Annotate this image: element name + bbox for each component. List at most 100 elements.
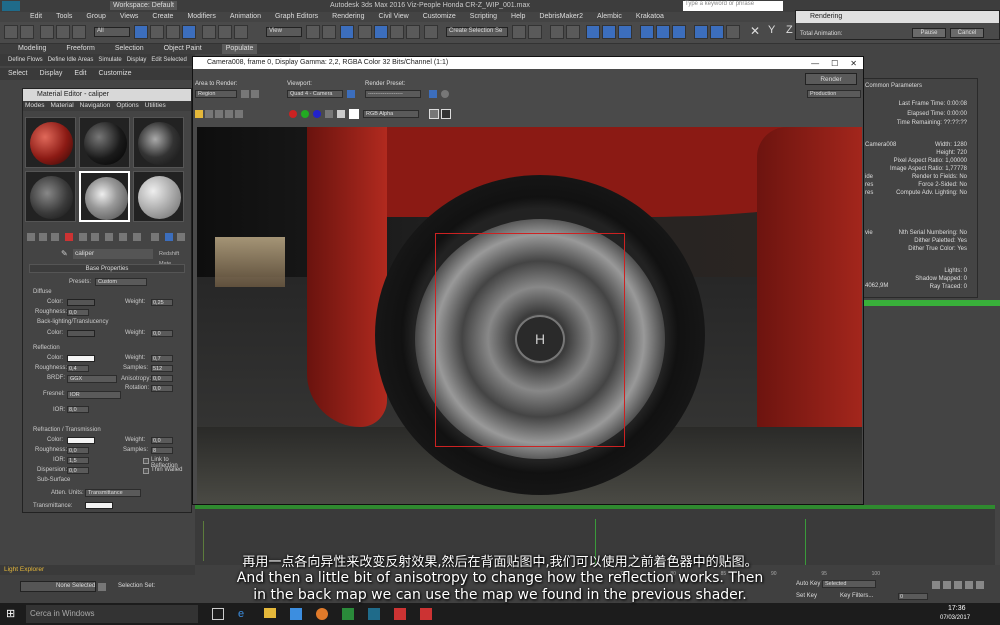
brdf-dropdown[interactable]: GGX (67, 375, 117, 383)
close-x-icon[interactable]: ✕ (750, 24, 760, 38)
firefox-icon[interactable] (316, 608, 328, 620)
redshift-rv-icon[interactable] (710, 25, 724, 39)
redo-icon[interactable] (20, 25, 34, 39)
go-forward-icon[interactable] (177, 233, 185, 241)
fresnel-dropdown[interactable]: IOR (67, 391, 121, 399)
axis-y-icon[interactable]: Y (768, 24, 775, 36)
dispersion-spinner[interactable]: 0,0 (67, 467, 89, 474)
select-object-icon[interactable] (134, 25, 148, 39)
copy-material-icon[interactable] (79, 233, 87, 241)
render-region-box[interactable] (435, 233, 625, 447)
reflection-ior-spinner[interactable]: 8,0 (67, 406, 89, 413)
app-logo-icon[interactable] (2, 1, 20, 11)
toggle-ui-icon[interactable] (441, 109, 451, 119)
ribbon-toggle-icon[interactable] (566, 25, 580, 39)
reference-coord-dropdown[interactable]: View (266, 27, 302, 37)
monochrome-icon[interactable] (337, 110, 345, 118)
me-menu-navigation[interactable]: Navigation (80, 101, 111, 111)
3dsmax-taskbar-icon[interactable] (368, 608, 380, 620)
clock-date[interactable]: 07/03/2017 (940, 615, 970, 621)
region-select-icon[interactable] (166, 25, 180, 39)
select-manipulate-icon[interactable] (322, 25, 336, 39)
redshift-render-icon[interactable] (694, 25, 708, 39)
render-production-icon[interactable] (672, 25, 686, 39)
define-idle-areas-button[interactable]: Define Idle Areas (48, 54, 94, 66)
put-to-scene-icon[interactable] (39, 233, 47, 241)
me-menu-utilities[interactable]: Utilities (145, 101, 166, 111)
minimize-icon[interactable]: — (811, 58, 819, 70)
get-material-icon[interactable] (27, 233, 35, 241)
material-slot-2[interactable] (79, 117, 130, 168)
selection-filter-dropdown[interactable]: All (94, 27, 130, 37)
alpha-channel-icon[interactable] (325, 110, 333, 118)
go-to-parent-icon[interactable] (165, 233, 173, 241)
window-crossing-icon[interactable] (182, 25, 196, 39)
curve-editor-icon[interactable] (586, 25, 600, 39)
recorder-taskbar-icon[interactable] (420, 608, 432, 620)
file-explorer-icon[interactable] (264, 608, 276, 618)
search-input[interactable]: Type a keyword or phrase (683, 1, 783, 11)
reflection-weight-spinner[interactable]: 0,7 (151, 355, 173, 362)
atten-units-dropdown[interactable]: Transmittance (85, 489, 141, 497)
display-button[interactable]: Display (127, 54, 147, 66)
taskbar-search-box[interactable]: Cerca in Windows (26, 605, 198, 623)
undo-icon[interactable] (4, 25, 18, 39)
windows-start-icon[interactable]: ⊞ (6, 608, 18, 620)
tab-populate[interactable]: Populate (221, 44, 258, 54)
layer-explorer-icon[interactable] (550, 25, 564, 39)
simulate-button[interactable]: Simulate (98, 54, 121, 66)
rotation-spinner[interactable]: 0,0 (151, 385, 173, 392)
link-to-reflection-checkbox[interactable] (143, 458, 149, 464)
pivot-icon[interactable] (306, 25, 320, 39)
menu-create[interactable]: Create (152, 12, 173, 22)
thin-walled-checkbox[interactable] (143, 468, 149, 474)
material-slot-3[interactable] (133, 117, 184, 168)
angle-snap-icon[interactable] (374, 25, 388, 39)
percent-snap-icon[interactable] (390, 25, 404, 39)
scene-menu-edit[interactable]: Edit (74, 68, 86, 80)
redshift-settings-icon[interactable] (726, 25, 740, 39)
select-by-name-icon[interactable] (150, 25, 164, 39)
show-end-result-icon[interactable] (151, 233, 159, 241)
material-name-input[interactable]: caliper (73, 249, 153, 259)
menu-animation[interactable]: Animation (230, 12, 261, 22)
tab-selection[interactable]: Selection (115, 44, 144, 54)
cancel-button[interactable]: Cancel (950, 28, 984, 38)
backlight-weight-spinner[interactable]: 0,0 (151, 330, 173, 337)
edit-selected-button[interactable]: Edit Selected (151, 54, 186, 66)
refraction-color-swatch[interactable] (67, 437, 95, 444)
presets-dropdown[interactable]: Custom (95, 278, 147, 286)
me-menu-modes[interactable]: Modes (25, 101, 45, 111)
material-slot-4[interactable] (25, 171, 76, 222)
menu-krakatoa[interactable]: Krakatoa (636, 12, 664, 22)
save-image-icon[interactable] (195, 110, 203, 118)
menu-civil-view[interactable]: Civil View (378, 12, 408, 22)
render-setup-icon[interactable] (429, 90, 437, 98)
toggle-ui-overlay-icon[interactable] (429, 109, 439, 119)
refraction-ior-spinner[interactable]: 1,5 (67, 457, 89, 464)
assign-material-icon[interactable] (51, 233, 59, 241)
link-icon[interactable] (40, 25, 54, 39)
bind-space-warp-icon[interactable] (72, 25, 86, 39)
area-to-render-dropdown[interactable]: Region (195, 90, 237, 98)
production-dropdown[interactable]: Production (807, 90, 861, 98)
menu-edit[interactable]: Edit (30, 12, 42, 22)
refraction-weight-spinner[interactable]: 0,0 (151, 437, 173, 444)
app-taskbar-icon[interactable] (394, 608, 406, 620)
menu-modifiers[interactable]: Modifiers (187, 12, 215, 22)
diffuse-weight-spinner[interactable]: 0,25 (151, 299, 173, 306)
reflection-samples-spinner[interactable]: 512 (151, 365, 173, 372)
transmittance-swatch[interactable] (85, 502, 113, 509)
render-button[interactable]: Render (805, 73, 857, 85)
diffuse-color-swatch[interactable] (67, 299, 95, 306)
eyedropper-icon[interactable]: ✎ (61, 249, 71, 259)
edit-region-icon[interactable] (241, 90, 249, 98)
clear-image-icon[interactable] (235, 110, 243, 118)
reflection-color-swatch[interactable] (67, 355, 95, 362)
print-image-icon[interactable] (225, 110, 233, 118)
material-slot-1[interactable] (25, 117, 76, 168)
edge-browser-icon[interactable]: e (238, 608, 250, 620)
menu-scripting[interactable]: Scripting (470, 12, 497, 22)
mirror-icon[interactable] (512, 25, 526, 39)
excel-icon[interactable] (342, 608, 354, 620)
